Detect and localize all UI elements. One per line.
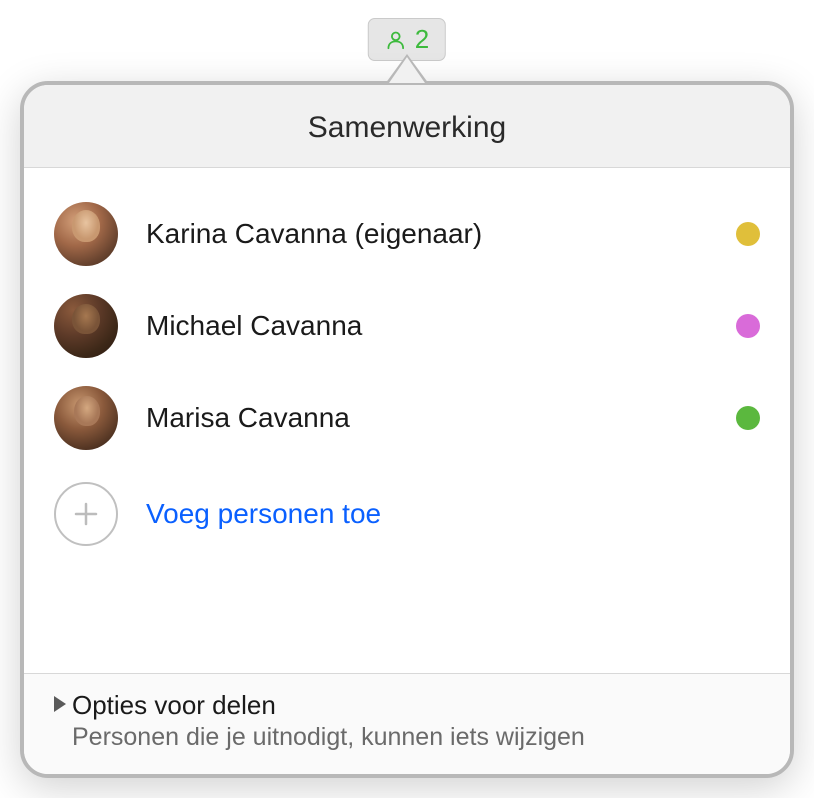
participant-row[interactable]: Karina Cavanna (eigenaar) [54,188,760,280]
participant-row[interactable]: Marisa Cavanna [54,372,760,464]
participant-row[interactable]: Michael Cavanna [54,280,760,372]
popover-header: Samenwerking [24,85,790,168]
participant-name: Karina Cavanna (eigenaar) [146,218,708,250]
collaboration-popover: Samenwerking Karina Cavanna (eigenaar) M… [20,81,794,778]
popover-title: Samenwerking [24,111,790,145]
participant-name: Michael Cavanna [146,310,708,342]
sharing-options-section: Opties voor delen Personen die je uitnod… [24,673,790,774]
add-people-label: Voeg personen toe [146,498,381,530]
popover-arrow [389,57,425,83]
presence-dot [736,406,760,430]
sharing-options-subtitle: Personen die je uitnodigt, kunnen iets w… [72,723,585,752]
person-icon [385,29,407,51]
participant-name: Marisa Cavanna [146,402,708,434]
plus-icon [54,482,118,546]
presence-dot [736,222,760,246]
avatar [54,202,118,266]
avatar [54,386,118,450]
presence-dot [736,314,760,338]
sharing-options-text: Opties voor delen Personen die je uitnod… [72,690,585,752]
participants-list: Karina Cavanna (eigenaar) Michael Cavann… [24,168,790,673]
sharing-options-title: Opties voor delen [72,690,585,721]
disclosure-triangle-icon [54,696,66,712]
avatar [54,294,118,358]
sharing-options-toggle[interactable]: Opties voor delen Personen die je uitnod… [54,690,760,752]
add-people-button[interactable]: Voeg personen toe [54,464,760,570]
collaboration-count: 2 [415,24,429,55]
